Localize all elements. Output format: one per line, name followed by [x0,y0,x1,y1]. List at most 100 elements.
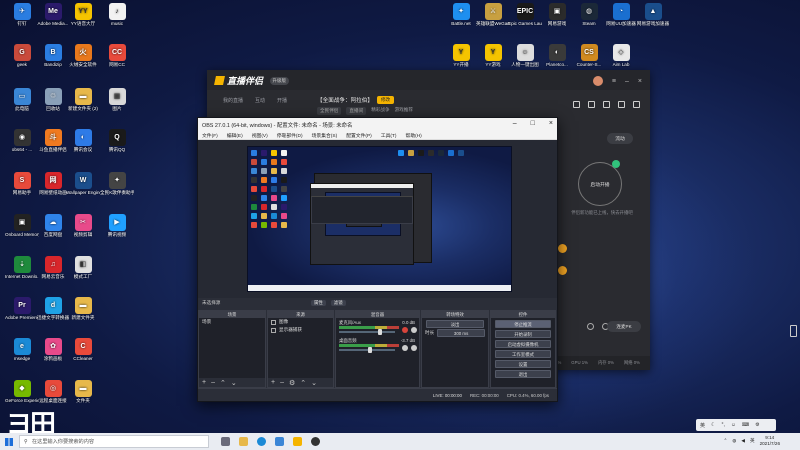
volume-icon[interactable]: ◀ [741,438,745,444]
side-handle-icon[interactable] [790,325,797,337]
menu-icon[interactable]: ≡ [612,78,616,85]
desk-icon-quanmin-companion[interactable]: ✦ 全民K歌伴奏助手 [100,172,134,195]
desk-icon-new-folder[interactable]: ▬ 新建文件夹 [66,297,100,320]
minimize-icon[interactable]: – [513,120,517,127]
desk-icon-obs64[interactable]: ◉ obs64 - ... [5,129,39,152]
close-icon[interactable]: × [549,120,553,127]
desk-icon-recycle[interactable]: ♲ 回收站 [36,88,70,111]
obs-title-bar[interactable]: OBS 27.0.1 (64-bit, windows) - 配置文件: 未命名… [198,118,557,131]
tab-interact[interactable]: 互动 [255,97,265,104]
start-live-button[interactable]: 启动开播 [578,162,622,206]
desk-icon-yy-live[interactable]: Y YY开播 [444,44,478,67]
tab-my-live[interactable]: 我的直播 [223,97,243,104]
desk-icon-uu-remote[interactable]: ▲ 网易游戏加速器 [636,3,670,26]
ime-mode[interactable]: 英 [700,422,705,429]
close-icon[interactable]: × [638,78,642,85]
mute-icon[interactable] [402,327,408,333]
up-icon[interactable]: ⌃ [300,379,306,387]
store-icon[interactable] [275,437,284,446]
flow-button[interactable]: 流动 [607,133,633,144]
obs-task-icon[interactable] [311,437,320,446]
gear-icon[interactable]: ⚙ [289,379,295,387]
desk-icon-tencent-meeting[interactable]: ◐ 腾讯会议 [66,129,100,152]
desk-icon-douyu-companion[interactable]: 斗斗鱼直播伴侣 [36,129,70,152]
desk-icon-model-factory[interactable]: ◧ 模式工厂 [66,256,100,279]
menu-scene-collection[interactable]: 场景集合(S) [312,132,338,139]
source-item[interactable]: 显示器捕获 [268,326,333,334]
tab-start[interactable]: 开播 [277,97,287,104]
link-pk-button[interactable]: 连麦PK [607,321,641,332]
room-edit-chip[interactable]: 修改 [376,96,395,104]
desk-icon-wallpaper-engine[interactable]: WWallpaper Engine: ... [66,172,100,195]
menu-tools[interactable]: 工具(T) [381,132,397,139]
exit-button[interactable]: 退出 [495,370,551,378]
preview-screen-capture[interactable] [247,146,512,292]
orange-dot-icon[interactable] [558,244,567,253]
desk-icon-remote-desktop[interactable]: ◎ 远程桌面连接 [36,380,70,403]
desk-icon-rubbish[interactable]: ✿ 涂鸦画板 [36,338,70,361]
menu-file[interactable]: 文件(F) [202,132,218,139]
filters-button[interactable]: 滤镜 [330,300,346,306]
desk-icon-new-folder-2[interactable]: ▬ 新建文件夹 (2) [66,88,100,111]
desk-icon-aim-lab[interactable]: ◇ Aim Lab [604,44,638,67]
bell-icon[interactable] [618,101,625,108]
calendar-icon[interactable] [588,101,595,108]
search-input[interactable]: ⚲ 在这里输入你要搜索的内容 [19,435,209,448]
punct-icon[interactable]: °, [722,422,725,428]
desk-icon-netease-wallpaper[interactable]: 网网易壁纸动画 [36,172,70,195]
share-icon[interactable] [633,101,640,108]
desk-icon-internet-download[interactable]: ⇣ Internet Downlo... [5,256,39,279]
moon-icon[interactable]: ☾ [711,422,715,428]
start-button[interactable] [0,433,17,450]
desk-icon-pictures[interactable]: ▦ 图片 [100,88,134,111]
edge-icon[interactable] [257,437,266,446]
remove-icon[interactable]: – [280,379,284,386]
desk-icon-bandizip[interactable]: B Bandizip [36,44,70,67]
virtual-camera-button[interactable]: 启动虚拟摄像机 [495,340,551,348]
stop-stream-button[interactable]: 停止推流 [495,320,551,328]
desk-icon-yy-game[interactable]: Y YY游戏 [476,44,510,67]
desk-icon-battlenet[interactable]: ✦ Battle.net [444,3,478,26]
desk-icon-tencent-video[interactable]: ▶ 腾讯视频 [100,214,134,237]
keyboard-icon[interactable]: ⌨ [742,422,749,428]
desk-icon-counter[interactable]: CS Counter-S... [572,44,606,67]
desk-icon-adobe-media[interactable]: Me Adobe Media... [36,3,70,26]
file-explorer-icon[interactable] [239,437,248,446]
gear-icon[interactable] [411,345,417,351]
desk-icon-onboard-memory[interactable]: ▣Onboard Memory... [5,214,39,237]
info-icon[interactable] [587,323,594,330]
menu-view[interactable]: 视图(V) [252,132,268,139]
emoji-icon[interactable]: ☺ [731,422,736,428]
room-tag-2[interactable]: 直播间 [346,107,367,115]
live-companion-task-icon[interactable] [293,437,302,446]
desk-icon-yy[interactable]: YY YY语音大厅 [66,3,100,26]
desk-icon-geforce[interactable]: ◆GeForce Experience [5,380,39,403]
menu-help[interactable]: 帮助(H) [406,132,422,139]
tray-chevron-icon[interactable]: ⌃ [724,438,728,444]
remove-icon[interactable]: – [211,379,215,386]
desk-icon-adobe-premiere[interactable]: PrAdobe Premiere ... [5,297,39,320]
desk-icon-geek[interactable]: Ggeek [5,44,39,67]
up-icon[interactable]: ⌃ [220,379,226,387]
add-icon[interactable]: + [271,379,275,386]
desk-icon-dingding[interactable]: ✈ 钉钉 [5,3,39,26]
desk-icon-this-pc[interactable]: ▭ 此电脑 [5,88,39,111]
desk-icon-video-editing[interactable]: ✂ 视频剪辑 [66,214,100,237]
source-item[interactable]: 图像 [268,318,333,326]
studio-mode-button[interactable]: 工作室模式 [495,350,551,358]
gear-icon[interactable] [411,327,417,333]
gift-icon[interactable] [573,101,580,108]
version-badge[interactable]: 升级版 [269,77,290,85]
desk-icon-netease-game[interactable]: ▣ 网易游戏 [540,3,574,26]
clock[interactable]: 9:14 2021/7/26 [760,435,780,446]
menu-docks[interactable]: 停靠部件(D) [277,132,303,139]
desk-icon-netease-music[interactable]: ♫ 网易云音乐 [36,256,70,279]
desk-icon-baidu-netdisk[interactable]: ☁ 百度网盘 [36,214,70,237]
down-icon[interactable]: ⌄ [231,379,237,387]
desk-icon-people[interactable]: ☺ 人物一键出图 [508,44,542,67]
duration-input[interactable]: 300 ms [437,329,485,337]
screen-icon[interactable] [603,101,610,108]
desk-icon-netease-cc[interactable]: CC 网易CC [100,44,134,67]
desk-icon-ccleaner[interactable]: C CCleaner [66,338,100,361]
desk-icon-netease-uu[interactable]: ◔ 网易UU加速器 [604,3,638,26]
